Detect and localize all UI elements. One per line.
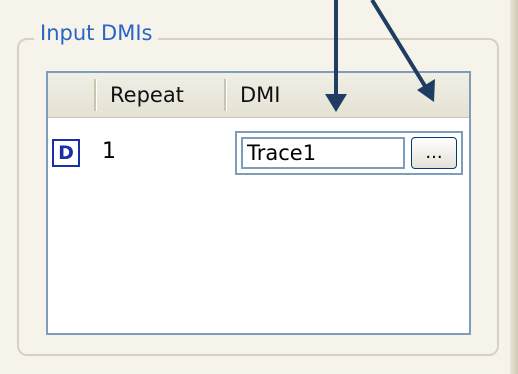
arrow-head-browse-button [417,79,435,102]
arrow-head-dmi-field [325,94,347,112]
arrow-to-browse-button [370,0,427,88]
annotation-arrows [325,0,435,112]
